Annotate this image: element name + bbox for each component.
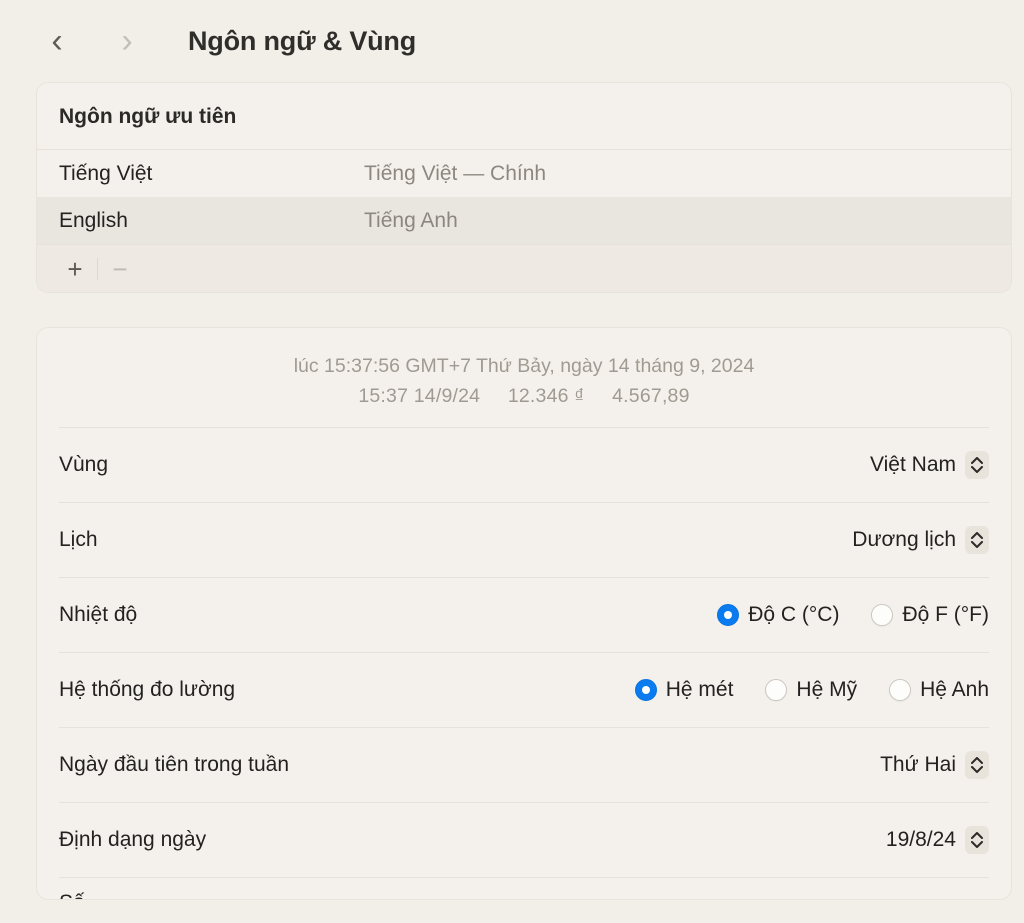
radio-fahrenheit[interactable]: Độ F (°F) [871, 603, 989, 627]
add-language-button[interactable]: + [53, 251, 97, 287]
chevron-updown-icon [965, 451, 989, 480]
region-popup-value: Việt Nam [870, 453, 956, 477]
radio-celsius[interactable]: Độ C (°C) [717, 603, 839, 627]
row-temperature: Nhiệt độ Độ C (°C) Độ F (°F) [59, 577, 989, 652]
preview-formats-line: 15:37 14/9/24 12.346 ₫ 4.567,89 [37, 382, 1011, 412]
language-description: Tiếng Việt — Chính [364, 161, 547, 185]
radio-selected-icon [634, 679, 657, 702]
radio-metric[interactable]: Hệ mét [634, 678, 734, 702]
date-format-popup-value: 19/8/24 [885, 828, 956, 852]
window-toolbar: ‹ › Ngôn ngữ & Vùng [0, 0, 1024, 82]
language-name: English [59, 208, 128, 232]
region-control: Việt Nam [870, 451, 989, 480]
row-label-date-format: Định dạng ngày [59, 828, 207, 852]
calendar-control: Dương lịch [852, 526, 989, 555]
radio-selected-icon [717, 604, 740, 627]
temperature-radio-group: Độ C (°C) Độ F (°F) [717, 603, 989, 627]
radio-label-uk: Hệ Anh [920, 678, 989, 702]
preferred-languages-heading: Ngôn ngữ ưu tiên [37, 83, 1011, 150]
language-description: Tiếng Anh [364, 208, 458, 232]
chevron-updown-icon [965, 826, 989, 855]
preview-short-date: 15:37 14/9/24 [358, 384, 481, 407]
chevron-updown-icon [965, 751, 989, 780]
region-popup-button[interactable]: Việt Nam [870, 451, 989, 480]
first-day-popup-value: Thứ Hai [880, 753, 956, 777]
row-first-day-of-week: Ngày đầu tiên trong tuần Thứ Hai [59, 727, 989, 802]
chevron-right-icon[interactable]: › [104, 18, 150, 64]
row-measurement-system: Hệ thống đo lường Hệ mét Hệ Mỹ Hệ Anh [59, 652, 989, 727]
preview-currency: 12.346 ₫ [507, 384, 585, 407]
row-calendar: Lịch Dương lịch [59, 502, 989, 577]
row-label-calendar: Lịch [59, 528, 98, 552]
language-name: Tiếng Việt [59, 161, 153, 185]
preview-number: 4.567,89 [612, 384, 690, 407]
row-label-region: Vùng [59, 453, 109, 477]
row-label-measurement-system: Hệ thống đo lường [59, 678, 236, 702]
radio-label-us: Hệ Mỹ [796, 678, 858, 702]
first-day-control: Thứ Hai [880, 751, 989, 780]
radio-uk[interactable]: Hệ Anh [889, 678, 989, 702]
first-day-popup-button[interactable]: Thứ Hai [880, 751, 989, 780]
radio-label-fahrenheit: Độ F (°F) [902, 603, 989, 627]
calendar-popup-value: Dương lịch [852, 528, 956, 552]
measurement-radio-group: Hệ mét Hệ Mỹ Hệ Anh [634, 678, 989, 702]
temperature-control: Độ C (°C) Độ F (°F) [717, 603, 989, 627]
list-item[interactable]: Tiếng Việt Tiếng Việt — Chính [37, 150, 1011, 197]
chevron-left-icon[interactable]: ‹ [34, 18, 80, 64]
row-date-format: Định dạng ngày 19/8/24 [59, 802, 989, 877]
format-preview: lúc 15:37:56 GMT+7 Thứ Bảy, ngày 14 thán… [37, 328, 1011, 427]
radio-unselected-icon [765, 679, 788, 702]
row-number-format-partial: Số [59, 877, 989, 899]
date-format-control: 19/8/24 [885, 826, 989, 855]
measurement-control: Hệ mét Hệ Mỹ Hệ Anh [634, 678, 989, 702]
remove-language-button[interactable]: − [98, 251, 142, 287]
page-title: Ngôn ngữ & Vùng [188, 25, 417, 56]
list-item[interactable]: English Tiếng Anh [37, 197, 1011, 244]
row-label-number-format: Số [59, 891, 85, 899]
preview-datetime-line: lúc 15:37:56 GMT+7 Thứ Bảy, ngày 14 thán… [293, 355, 755, 377]
preferred-languages-card: Ngôn ngữ ưu tiên Tiếng Việt Tiếng Việt —… [36, 82, 1012, 293]
region-settings-card: lúc 15:37:56 GMT+7 Thứ Bảy, ngày 14 thán… [36, 327, 1012, 901]
radio-unselected-icon [889, 679, 912, 702]
date-format-popup-button[interactable]: 19/8/24 [885, 826, 989, 855]
row-label-first-day-of-week: Ngày đầu tiên trong tuần [59, 753, 289, 777]
radio-unselected-icon [871, 604, 894, 627]
radio-us[interactable]: Hệ Mỹ [765, 678, 857, 702]
radio-label-celsius: Độ C (°C) [748, 603, 840, 627]
language-list-footer: + − [37, 244, 1011, 292]
row-region: Vùng Việt Nam [59, 427, 989, 502]
radio-label-metric: Hệ mét [665, 678, 734, 702]
calendar-popup-button[interactable]: Dương lịch [852, 526, 989, 555]
row-label-temperature: Nhiệt độ [59, 603, 138, 627]
chevron-updown-icon [965, 526, 989, 555]
